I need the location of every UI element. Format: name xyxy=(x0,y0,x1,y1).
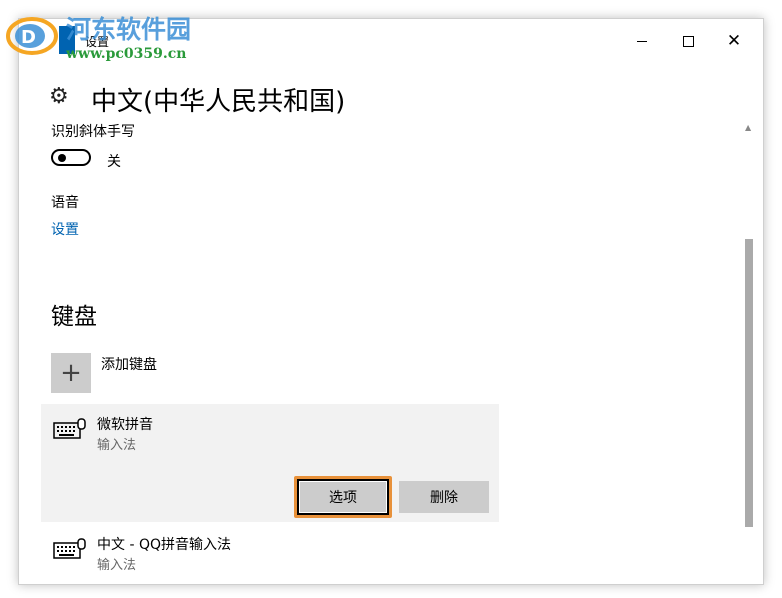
toggle-knob xyxy=(58,154,66,162)
add-keyboard-button[interactable]: + xyxy=(51,353,91,393)
scrollbar[interactable]: ▲ xyxy=(743,119,755,584)
handwriting-toggle[interactable] xyxy=(51,149,91,166)
options-button[interactable]: 选项 xyxy=(297,479,389,515)
delete-button[interactable]: 删除 xyxy=(399,481,489,513)
ime-type: 输入法 xyxy=(97,558,137,573)
keyboard-icon xyxy=(53,538,86,559)
ime-name[interactable]: 中文 - QQ拼音输入法 xyxy=(97,534,231,554)
add-keyboard-label[interactable]: 添加键盘 xyxy=(101,354,157,374)
scroll-thumb[interactable] xyxy=(745,239,753,527)
scroll-up-arrow-icon[interactable]: ▲ xyxy=(745,123,751,132)
minimize-icon xyxy=(637,40,647,42)
watermark-brand: 河东软件园 xyxy=(66,15,192,44)
toggle-state-label: 关 xyxy=(107,154,121,170)
plus-icon: + xyxy=(60,358,82,388)
keyboard-icon xyxy=(53,418,86,439)
close-icon: ✕ xyxy=(726,30,742,51)
watermark-logo-icon: D xyxy=(6,17,58,55)
keyboard-heading: 键盘 xyxy=(51,304,97,330)
close-button[interactable]: ✕ xyxy=(711,19,757,63)
ime-type: 输入法 xyxy=(97,438,137,453)
svg-text:D: D xyxy=(21,27,36,48)
watermark-url: www.pc0359.cn xyxy=(66,46,187,62)
minimize-button[interactable] xyxy=(619,19,665,63)
settings-window: 设置 ✕ ⚙ 中文(中华人民共和国) 识别斜体手写 关 语音 设置 键盘 + 添… xyxy=(18,18,764,585)
maximize-icon xyxy=(682,35,694,47)
gear-icon: ⚙ xyxy=(49,84,69,109)
handwriting-label: 识别斜体手写 xyxy=(51,124,135,140)
page-title: 中文(中华人民共和国) xyxy=(91,87,346,117)
maximize-button[interactable] xyxy=(665,19,711,63)
ime-name: 微软拼音 xyxy=(97,417,153,433)
speech-label: 语音 xyxy=(51,195,79,211)
speech-settings-link[interactable]: 设置 xyxy=(51,219,79,239)
